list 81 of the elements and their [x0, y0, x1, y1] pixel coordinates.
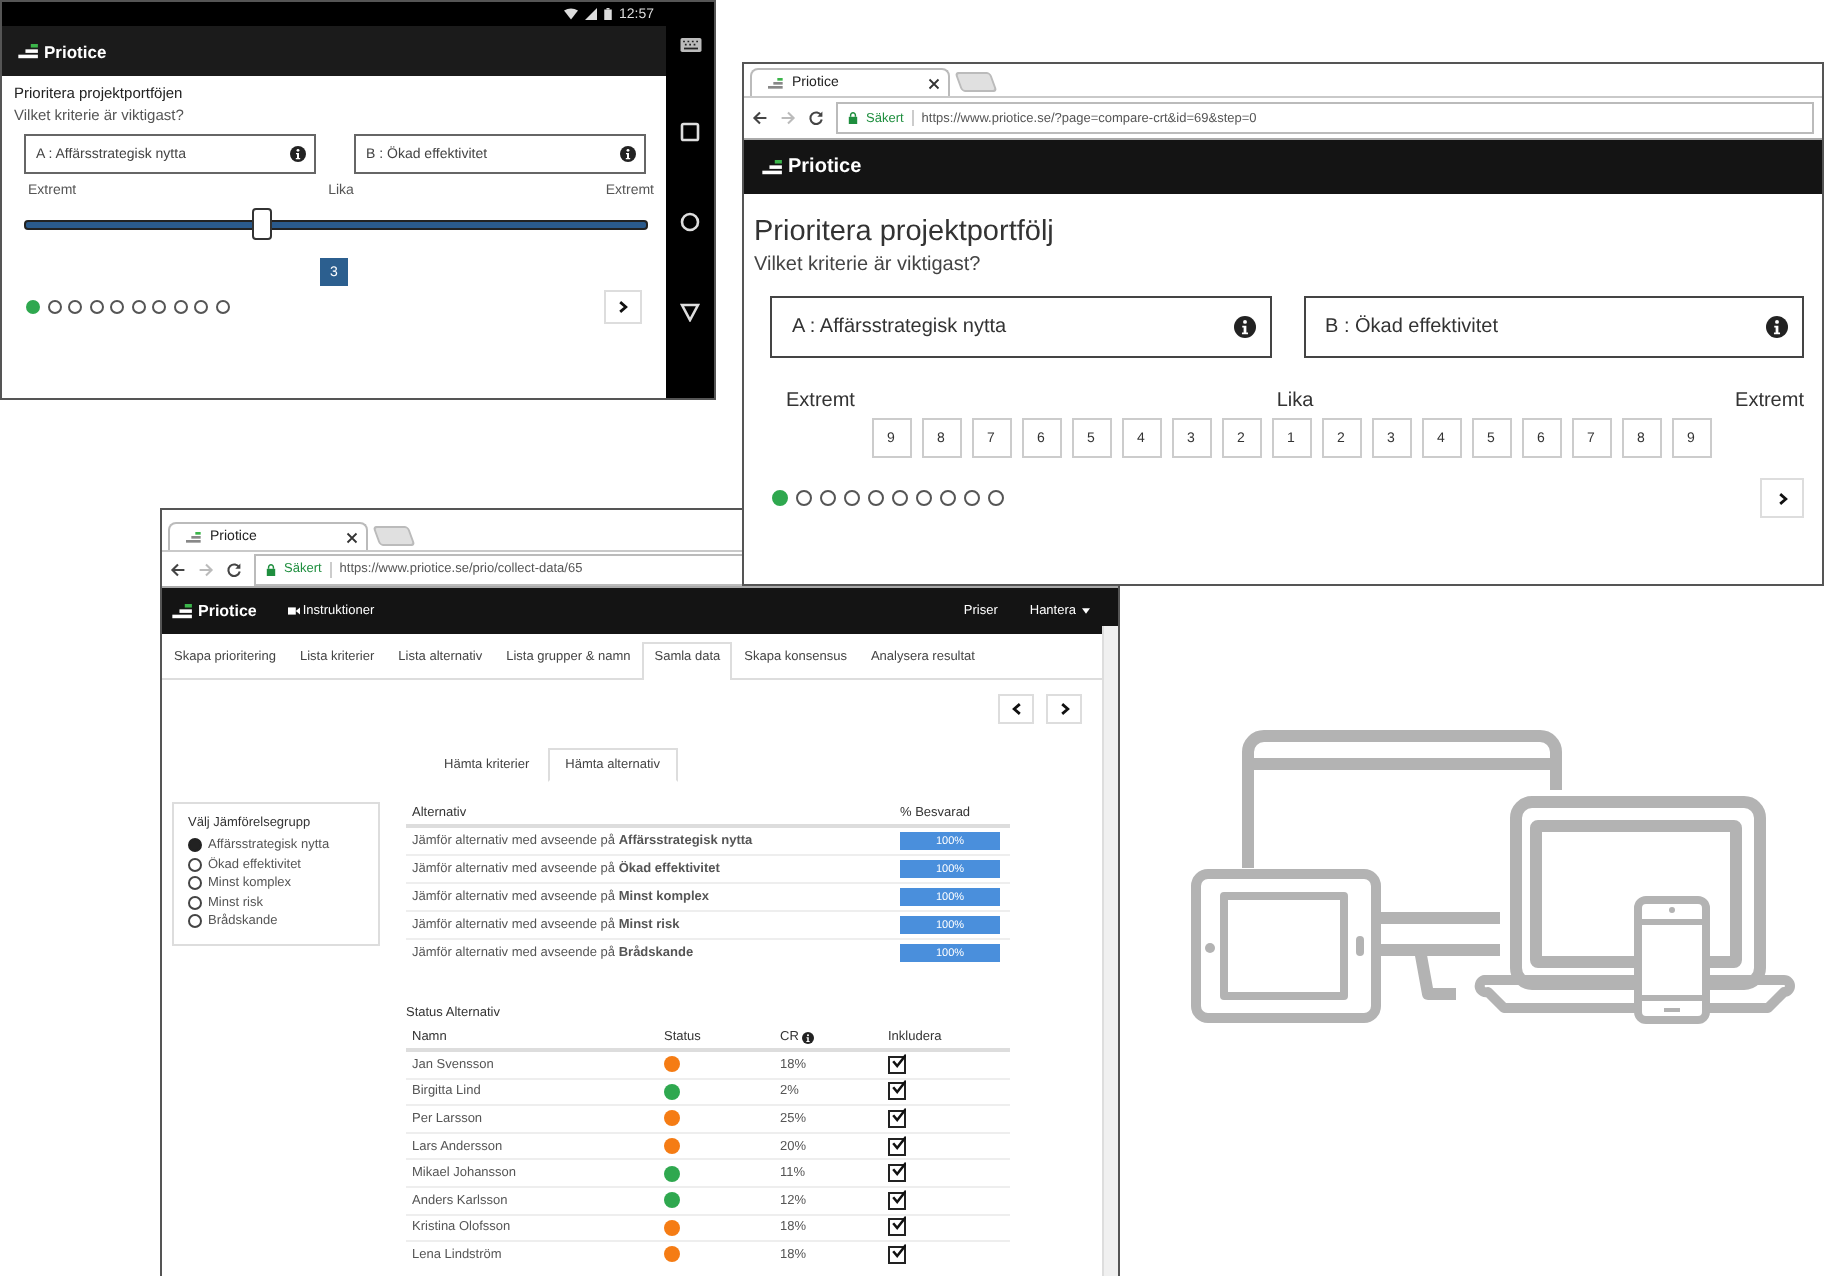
info-icon[interactable] — [1233, 316, 1255, 338]
lock-icon — [266, 563, 276, 575]
step-dot[interactable] — [964, 490, 980, 506]
reload-icon[interactable] — [808, 110, 824, 126]
logo[interactable]: Priotice — [18, 41, 107, 61]
step-dot[interactable] — [152, 300, 166, 314]
slider-thumb[interactable] — [251, 208, 272, 240]
step-dot[interactable] — [68, 300, 82, 314]
chevron-right-icon — [616, 300, 630, 314]
info-icon[interactable] — [802, 1031, 815, 1043]
step-dot[interactable] — [173, 300, 187, 314]
step-dot[interactable] — [47, 300, 61, 314]
checkbox[interactable] — [888, 1109, 906, 1128]
favicon-icon — [768, 77, 784, 89]
chevron-right-icon — [1057, 702, 1071, 716]
step-dot[interactable] — [868, 490, 884, 506]
radio-button[interactable] — [188, 914, 202, 929]
chevron-right-icon — [1775, 491, 1789, 505]
step-dot[interactable] — [988, 490, 1004, 506]
keyboard-icon[interactable] — [679, 37, 701, 52]
question-text: Vilket kriterie är viktigast? — [754, 252, 983, 280]
scale-label: Lika — [1276, 390, 1314, 412]
info-icon[interactable] — [290, 146, 306, 162]
circle-icon[interactable] — [680, 212, 700, 233]
lock-icon — [848, 112, 858, 124]
criterion-label: A : Affärsstrategisk nytta — [792, 316, 1007, 338]
criterion-label: B : Ökad effektivitet — [1325, 316, 1499, 338]
checkbox[interactable] — [888, 1055, 906, 1074]
radio-button[interactable] — [188, 838, 202, 853]
step-dot[interactable] — [194, 300, 208, 314]
info-icon[interactable] — [1766, 316, 1788, 338]
checkbox[interactable] — [888, 1164, 906, 1183]
scrollbar[interactable] — [1102, 626, 1118, 1276]
favicon-icon — [186, 531, 202, 543]
page-title: Prioritera projektportfölj — [754, 214, 1056, 250]
radio-button[interactable] — [188, 895, 202, 910]
checkbox[interactable] — [888, 1245, 906, 1264]
logo[interactable]: Priotice — [762, 156, 862, 178]
step-dot[interactable] — [131, 300, 145, 314]
square-icon[interactable] — [680, 121, 700, 142]
next-button[interactable] — [604, 290, 642, 324]
step-dot[interactable] — [892, 490, 908, 506]
back-icon[interactable] — [170, 561, 186, 577]
slider-track[interactable] — [24, 208, 648, 240]
radio-button[interactable] — [188, 876, 202, 891]
chevron-left-icon — [1009, 702, 1023, 716]
close-icon[interactable] — [928, 77, 940, 89]
checkbox[interactable] — [888, 1218, 906, 1237]
checkbox[interactable] — [888, 1082, 906, 1101]
step-dot[interactable] — [89, 300, 103, 314]
logo-icon — [18, 43, 40, 59]
close-icon[interactable] — [346, 531, 358, 543]
checkbox[interactable] — [888, 1137, 906, 1156]
radio-button[interactable] — [188, 857, 202, 872]
step-dot[interactable] — [796, 490, 812, 506]
scale-label: Extremt — [1735, 390, 1804, 412]
step-dot[interactable] — [110, 300, 124, 314]
logo-icon — [172, 603, 194, 619]
battery-icon — [604, 8, 613, 20]
step-dot[interactable] — [940, 490, 956, 506]
info-icon[interactable] — [620, 146, 636, 162]
step-dot[interactable] — [215, 300, 229, 314]
step-dot[interactable] — [772, 490, 788, 506]
step-dot[interactable] — [916, 490, 932, 506]
scale-label: Extremt — [786, 390, 855, 412]
logo-icon — [762, 159, 784, 175]
back-icon[interactable] — [752, 110, 768, 126]
video-camera-icon — [288, 606, 301, 616]
next-button[interactable] — [1760, 478, 1804, 518]
caret-icon — [1082, 608, 1090, 614]
wifi-icon — [564, 8, 579, 20]
step-dot[interactable] — [844, 490, 860, 506]
checkbox[interactable] — [888, 1191, 906, 1210]
step-dot[interactable] — [26, 300, 40, 314]
triangle-icon[interactable] — [680, 302, 700, 323]
logo[interactable]: Priotice — [172, 602, 257, 620]
next-button[interactable] — [1046, 694, 1082, 724]
signal-icon — [584, 8, 599, 20]
step-dot[interactable] — [820, 490, 836, 506]
previous-button[interactable] — [998, 694, 1034, 724]
reload-icon[interactable] — [226, 561, 242, 577]
